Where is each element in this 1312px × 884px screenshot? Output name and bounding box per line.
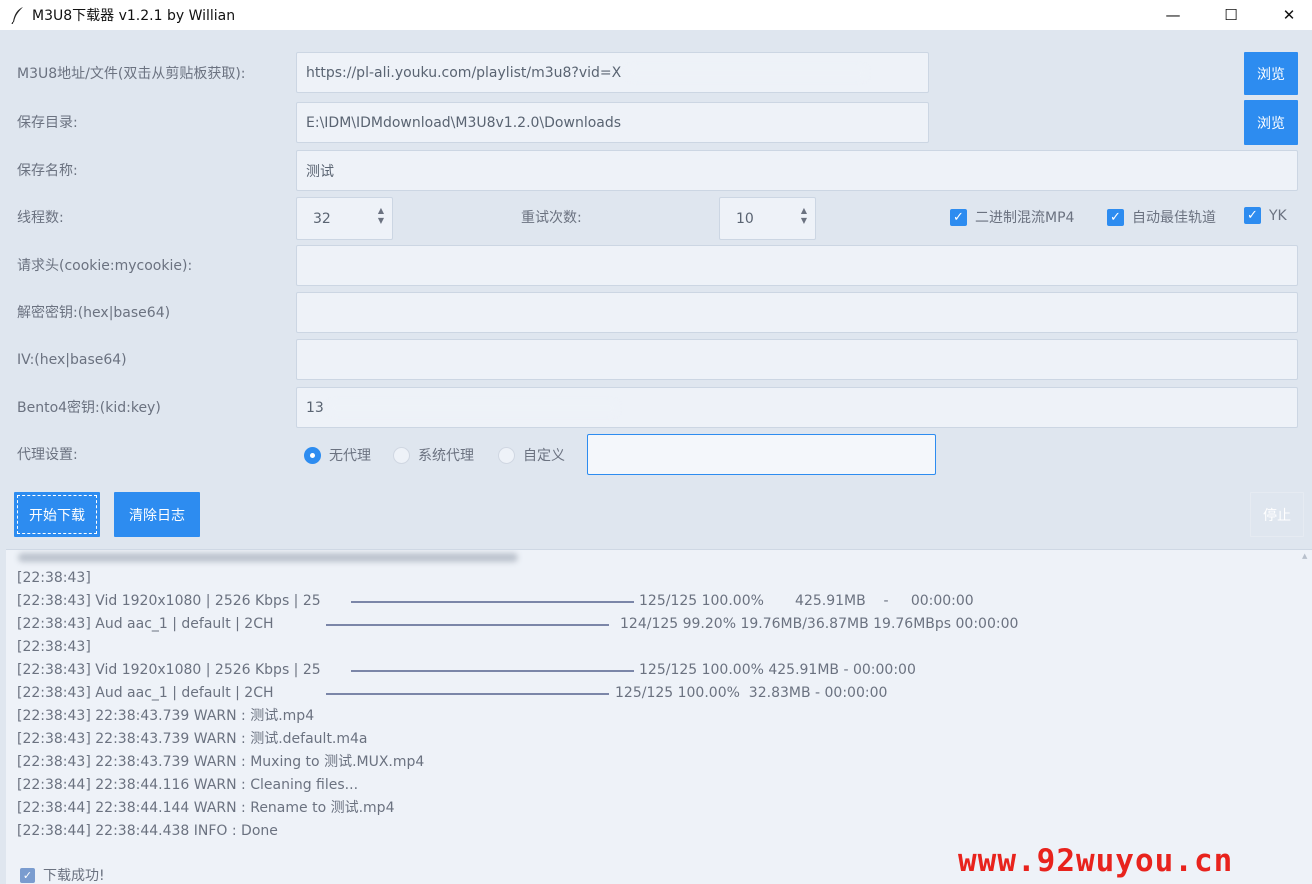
proxy-none-radio[interactable]: 无代理 [304, 445, 371, 465]
log-line: [22:38:44] 22:38:44.116 WARN : Cleaning … [17, 777, 359, 793]
retry-value: 10 [736, 210, 754, 227]
binary-mux-checkbox[interactable]: ✓ 二进制混流MP4 [950, 207, 1074, 227]
progress-bar [351, 601, 634, 603]
browse-url-button[interactable]: 浏览 [1244, 52, 1298, 95]
minimize-button[interactable]: — [1150, 0, 1196, 30]
log-line: [22:38:44] 22:38:44.144 WARN : Rename to… [17, 800, 395, 816]
start-download-button[interactable]: 开始下载 [14, 492, 100, 537]
maximize-button[interactable]: ☐ [1208, 0, 1254, 30]
log-line: [22:38:43] [17, 639, 91, 655]
radio-unselected-icon [498, 446, 515, 464]
spin-arrows-icon[interactable]: ▲ ▼ [799, 206, 809, 228]
auto-track-label: 自动最佳轨道 [1132, 210, 1216, 226]
save-name-input[interactable]: 测试 [296, 150, 1298, 191]
bento-input[interactable]: 13 [296, 387, 1298, 428]
scroll-up-icon[interactable]: ▲ [1302, 552, 1310, 560]
proxy-system-radio[interactable]: 系统代理 [393, 445, 474, 465]
iv-input[interactable] [296, 339, 1298, 380]
headers-input[interactable] [296, 245, 1298, 286]
yk-label: YK [1269, 207, 1287, 224]
log-progress: 124/125 99.20% 19.76MB/36.87MB 19.76MBps… [620, 616, 1019, 632]
proxy-custom-input[interactable] [587, 434, 936, 475]
save-dir-input[interactable]: E:\IDM\IDMdownload\M3U8v1.2.0\Downloads [296, 102, 929, 143]
log-line: [22:38:43] Vid 1920x1080 | 2526 Kbps | 2… [17, 593, 321, 609]
key-label: 解密密钥:(hex|base64) [17, 305, 171, 321]
radio-selected-icon [304, 446, 321, 464]
bento-value: 13 [306, 399, 324, 416]
window-title: M3U8下载器 v1.2.1 by Willian [32, 8, 236, 24]
log-line: [22:38:43] 22:38:43.739 WARN : 测试.mp4 [17, 708, 315, 724]
log-panel[interactable]: ▲ [22:38:43] [22:38:43] Vid 1920x1080 | … [6, 549, 1312, 884]
progress-bar [326, 624, 609, 626]
progress-bar [351, 670, 634, 672]
log-line: [22:38:43] Aud aac_1 | default | 2CH [17, 616, 274, 632]
feather-icon [11, 7, 23, 24]
checkbox-checked-icon: ✓ [20, 867, 35, 883]
binary-mux-label: 二进制混流MP4 [975, 210, 1075, 226]
success-text: 下载成功! [43, 868, 105, 884]
title-bar: M3U8下载器 v1.2.1 by Willian — ☐ ✕ [0, 0, 1312, 30]
yk-checkbox[interactable]: ✓ YK [1244, 207, 1287, 224]
proxy-custom-label: 自定义 [523, 448, 565, 464]
log-line: [22:38:43] 22:38:43.739 WARN : 测试.defaul… [17, 731, 368, 747]
log-cutoff-line [18, 553, 518, 562]
progress-bar [326, 693, 609, 695]
log-line: [22:38:43] Vid 1920x1080 | 2526 Kbps | 2… [17, 662, 321, 678]
log-progress: 125/125 100.00% 32.83MB - 00:00:00 [615, 685, 888, 701]
key-input[interactable] [296, 292, 1298, 333]
log-progress: 125/125 100.00% 425.91MB - 00:00:00 [639, 593, 974, 609]
success-status: ✓ 下载成功! [20, 865, 105, 884]
auto-track-checkbox[interactable]: ✓ 自动最佳轨道 [1107, 207, 1216, 227]
proxy-custom-radio[interactable]: 自定义 [498, 445, 565, 465]
retry-label: 重试次数: [521, 210, 582, 226]
stop-button[interactable]: 停止 [1250, 492, 1304, 537]
log-line: [22:38:43] [17, 570, 91, 586]
redacted-blur [327, 400, 618, 415]
save-dir-label: 保存目录: [17, 115, 78, 131]
checkbox-checked-icon: ✓ [950, 208, 967, 226]
watermark: www.92wuyou.cn [958, 843, 1234, 879]
save-name-label: 保存名称: [17, 163, 78, 179]
url-input[interactable]: https://pl-ali.youku.com/playlist/m3u8?v… [296, 52, 929, 93]
proxy-system-label: 系统代理 [418, 448, 474, 464]
proxy-none-label: 无代理 [329, 448, 371, 464]
log-line: [22:38:43] 22:38:43.739 WARN : Muxing to… [17, 754, 425, 770]
redacted-blur [627, 65, 868, 80]
spin-arrows-icon[interactable]: ▲ ▼ [376, 206, 386, 228]
browse-dir-button[interactable]: 浏览 [1244, 100, 1298, 145]
log-line: [22:38:44] 22:38:44.438 INFO : Done [17, 823, 278, 839]
clear-log-button[interactable]: 清除日志 [114, 492, 200, 537]
retry-spinbox[interactable]: 10 ▲ ▼ [719, 197, 816, 240]
log-line: [22:38:43] Aud aac_1 | default | 2CH [17, 685, 274, 701]
threads-label: 线程数: [17, 210, 64, 226]
headers-label: 请求头(cookie:mycookie): [17, 258, 193, 274]
close-button[interactable]: ✕ [1266, 0, 1312, 30]
checkbox-checked-icon: ✓ [1107, 208, 1124, 226]
threads-spinbox[interactable]: 32 ▲ ▼ [296, 197, 393, 240]
bento-label: Bento4密钥:(kid:key) [17, 400, 161, 416]
save-name-value: 测试 [306, 163, 334, 180]
checkbox-checked-icon: ✓ [1244, 207, 1261, 224]
url-input-value: https://pl-ali.youku.com/playlist/m3u8?v… [306, 64, 622, 81]
url-label: M3U8地址/文件(双击从剪贴板获取): [17, 66, 246, 82]
threads-value: 32 [313, 210, 331, 227]
log-progress: 125/125 100.00% 425.91MB - 00:00:00 [639, 662, 916, 678]
radio-unselected-icon [393, 446, 410, 464]
iv-label: IV:(hex|base64) [17, 352, 127, 368]
proxy-label: 代理设置: [17, 447, 78, 463]
save-dir-value: E:\IDM\IDMdownload\M3U8v1.2.0\Downloads [306, 114, 622, 131]
